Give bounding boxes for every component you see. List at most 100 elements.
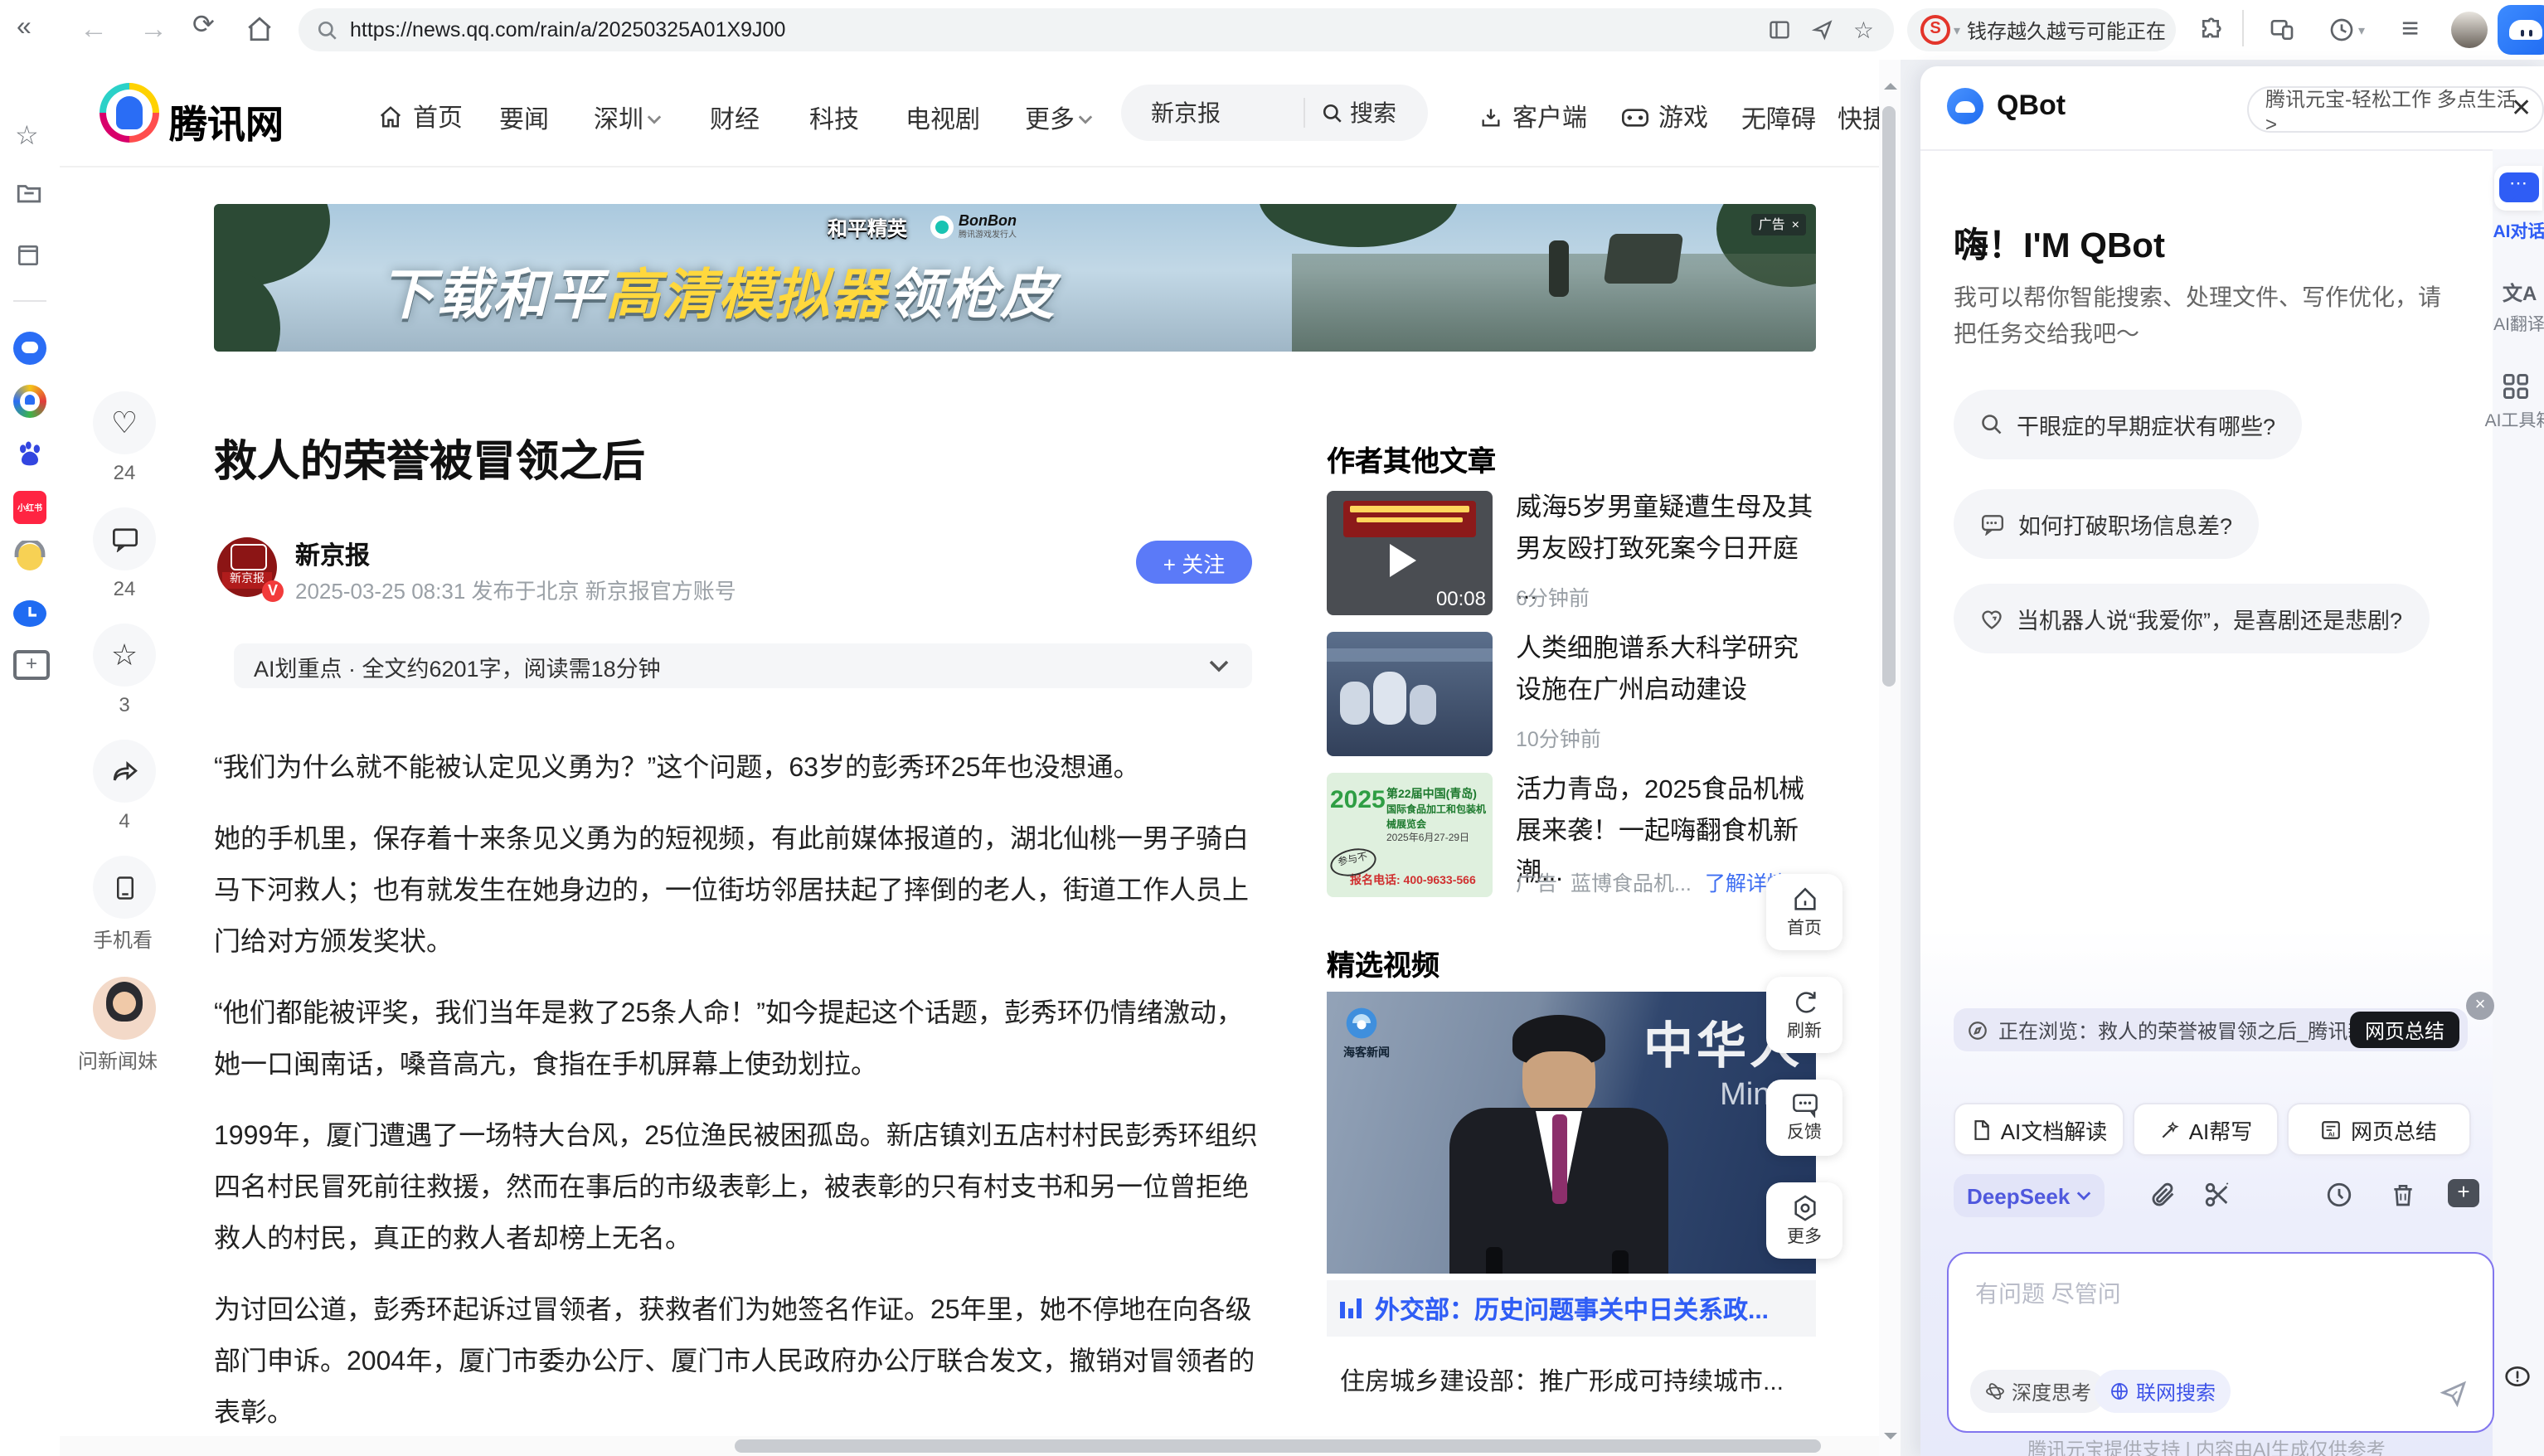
browser-assistant-button[interactable]: [2498, 5, 2544, 55]
info-alert-icon[interactable]: [2504, 1363, 2531, 1390]
send-to-device-icon[interactable]: [1811, 18, 1834, 41]
related-thumb-ad[interactable]: 2025 第22届中国(青岛) 国际食品加工和包装机械展览会 2025年6月27…: [1327, 773, 1493, 897]
url-text[interactable]: https://news.qq.com/rain/a/20250325A01X9…: [350, 18, 785, 41]
profile-avatar[interactable]: [2451, 12, 2488, 48]
banner-ad[interactable]: 和平精英 BonBon 腾讯游戏发行人 下载和平 高清模拟器 领枪皮 广告×: [214, 204, 1816, 352]
yuanbao-promo-pill[interactable]: 腾讯元宝-轻松工作 多点生活 >: [2247, 86, 2544, 133]
model-selector[interactable]: DeepSeek: [1954, 1174, 2105, 1217]
mobile-view-button[interactable]: [93, 856, 156, 919]
horizontal-scrollbar[interactable]: [60, 1436, 1879, 1456]
extensions-icon[interactable]: [2199, 17, 2226, 43]
related-thumb-city[interactable]: [1327, 632, 1493, 756]
home-icon[interactable]: [245, 15, 274, 43]
deep-think-toggle[interactable]: 深度思考: [1970, 1370, 2106, 1413]
dismiss-browsing-icon[interactable]: ×: [2466, 992, 2494, 1020]
search-suggestion-pill[interactable]: S ▾ 钱存越久越亏可能正在: [1907, 8, 2176, 51]
ai-doc-read-button[interactable]: AI文档解读: [1954, 1103, 2124, 1156]
like-button[interactable]: ♡: [93, 391, 156, 454]
author-name[interactable]: 新京报: [295, 537, 370, 572]
video-player[interactable]: 海客新闻 中华人 Ministr: [1327, 992, 1816, 1274]
baidu-paw-icon[interactable]: [13, 438, 46, 471]
news-girl-avatar[interactable]: [93, 977, 156, 1040]
float-refresh-button[interactable]: 刷新: [1766, 977, 1842, 1053]
client-download[interactable]: 客户端: [1479, 99, 1587, 134]
qq-browser-icon[interactable]: [13, 332, 46, 365]
history-icon[interactable]: [2325, 1181, 2353, 1209]
attach-icon[interactable]: [2149, 1181, 2177, 1209]
back-icon[interactable]: ←: [80, 15, 108, 43]
add-panel-icon[interactable]: +: [13, 650, 50, 680]
ai-write-button[interactable]: AI帮写: [2133, 1103, 2279, 1156]
nav-item-shenzhen[interactable]: 深圳: [594, 101, 662, 136]
playlist-item-active[interactable]: 外交部：历史问题事关中日关系政...: [1327, 1280, 1816, 1337]
nav-item-home[interactable]: 首页: [378, 99, 463, 134]
nav-item-more[interactable]: 更多: [1025, 101, 1093, 136]
rail-chat-label[interactable]: AI对话: [2483, 219, 2544, 244]
ad-close-icon: ×: [1792, 217, 1799, 232]
follow-button[interactable]: + 关注: [1136, 541, 1252, 584]
rail-toolbox-label[interactable]: AI工具箱: [2483, 408, 2544, 433]
game-logo: 和平精英: [828, 214, 907, 242]
clock-app-icon[interactable]: [13, 600, 46, 627]
float-feedback-button[interactable]: 反馈: [1766, 1080, 1842, 1156]
qbot-panel: QBot 腾讯元宝-轻松工作 多点生活 > ✕ ⋯ AI对话 文A AI翻译 A…: [1920, 66, 2544, 1456]
banner-title: 下载和平 高清模拟器 领枪皮: [380, 250, 1056, 330]
suggestion-chip[interactable]: 如何打破职场信息差?: [1954, 489, 2259, 559]
close-icon[interactable]: ✕: [2511, 93, 2532, 123]
send-icon[interactable]: [2440, 1380, 2468, 1408]
search-input[interactable]: [1148, 98, 1304, 128]
bookmark-star-icon[interactable]: ☆: [1853, 18, 1874, 41]
window-icon[interactable]: [15, 242, 45, 272]
games-link[interactable]: 游戏: [1622, 99, 1708, 134]
site-logo-text[interactable]: 腾讯网: [169, 93, 284, 149]
clear-chat-icon[interactable]: [2390, 1181, 2416, 1209]
search-button[interactable]: 搜索: [1322, 96, 1396, 129]
float-home-button[interactable]: 首页: [1766, 874, 1842, 950]
page-summary-button[interactable]: AI 网页总结: [2287, 1103, 2471, 1156]
rail-chat-tab[interactable]: ⋯: [2494, 166, 2542, 211]
chat-input-box[interactable]: 深度思考 联网搜索: [1947, 1252, 2494, 1433]
favorites-star-icon[interactable]: ☆: [15, 119, 45, 149]
ai-translate-icon[interactable]: 文A: [2503, 279, 2537, 307]
devices-icon[interactable]: [2269, 17, 2295, 43]
address-bar[interactable]: https://news.qq.com/rain/a/20250325A01X9…: [299, 8, 1894, 51]
playlist-item[interactable]: 住房城乡建设部：推广形成可持续城市...: [1340, 1363, 1816, 1398]
suggestion-chip[interactable]: 当机器人说“我爱你”，是喜剧还是悲剧?: [1954, 584, 2429, 653]
folder-icon[interactable]: [15, 179, 45, 209]
qq-news-logo[interactable]: [100, 83, 159, 143]
new-chat-icon[interactable]: +: [2448, 1179, 2479, 1207]
chat-input[interactable]: [1972, 1274, 2459, 1363]
header-search[interactable]: 搜索: [1121, 85, 1428, 141]
comment-button[interactable]: [93, 507, 156, 570]
forward-icon[interactable]: →: [139, 15, 167, 43]
web-search-toggle[interactable]: 联网搜索: [2095, 1370, 2231, 1413]
nav-item-tech[interactable]: 科技: [809, 101, 859, 136]
nav-item-tv[interactable]: 电视剧: [905, 101, 980, 136]
related-thumb-video[interactable]: 00:08: [1327, 491, 1493, 615]
scrollbar-thumb[interactable]: [1882, 106, 1896, 687]
rail-translate-label[interactable]: AI翻译: [2483, 312, 2544, 337]
ad-badge[interactable]: 广告×: [1752, 214, 1806, 235]
reader-mode-icon[interactable]: [1768, 18, 1791, 41]
reload-icon[interactable]: ⟳: [192, 13, 215, 40]
ai-summary-bar[interactable]: AI划重点 · 全文约6201字，阅读需18分钟: [234, 643, 1252, 688]
suggestion-chip[interactable]: 干眼症的早期症状有哪些?: [1954, 390, 2302, 459]
hscrollbar-thumb[interactable]: [735, 1439, 1821, 1453]
nav-item-news[interactable]: 要闻: [499, 101, 549, 136]
related-title[interactable]: 人类细胞谱系大科学研究设施在广州启动建设: [1516, 629, 1814, 711]
ai-toolbox-icon[interactable]: [2501, 371, 2531, 401]
support-headset-icon[interactable]: [13, 544, 43, 570]
snip-icon[interactable]: [2202, 1181, 2232, 1209]
xiaohongshu-icon[interactable]: 小红书: [13, 491, 46, 524]
collapse-sidebar-icon[interactable]: «: [17, 15, 32, 41]
nav-item-finance[interactable]: 财经: [710, 101, 760, 136]
float-more-button[interactable]: 更多: [1766, 1182, 1842, 1259]
share-button[interactable]: [93, 740, 156, 803]
tencent-news-bell-icon[interactable]: [13, 385, 46, 418]
page-scrollbar[interactable]: [1879, 60, 1901, 1456]
menu-icon[interactable]: ≡: [2401, 13, 2419, 43]
favorite-button[interactable]: ☆: [93, 624, 156, 687]
summarize-page-button[interactable]: 网页总结: [2350, 1012, 2459, 1048]
history-icon[interactable]: ▾: [2328, 17, 2365, 43]
accessibility-link[interactable]: 无障碍: [1741, 101, 1816, 136]
